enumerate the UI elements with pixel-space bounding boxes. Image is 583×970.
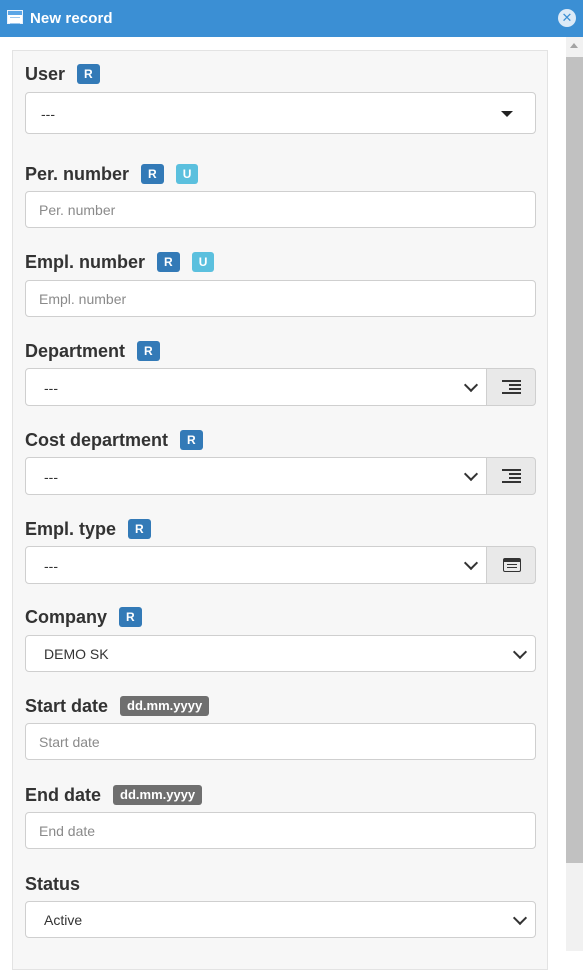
required-badge: R: [157, 252, 180, 272]
status-select[interactable]: Active: [25, 901, 536, 938]
input-placeholder: Empl. number: [39, 291, 127, 307]
chevron-down-icon: [512, 910, 528, 926]
company-select[interactable]: DEMO SK: [25, 635, 536, 672]
input-placeholder: Start date: [39, 734, 100, 750]
date-format-badge: dd.mm.yyyy: [113, 785, 203, 805]
input-placeholder: Per. number: [39, 202, 116, 218]
cost-department-tree-button[interactable]: [486, 457, 536, 495]
field-label: Cost department: [25, 429, 169, 450]
required-badge: R: [119, 607, 142, 627]
indent-list-icon: [502, 469, 521, 484]
required-badge: R: [77, 64, 100, 84]
cost-department-combo: ---: [25, 457, 536, 495]
user-select[interactable]: ---: [25, 92, 536, 134]
required-badge: R: [180, 430, 203, 450]
field-label: User: [25, 63, 66, 84]
scroll-up-arrow-icon[interactable]: [570, 43, 578, 48]
empl-type-list-button[interactable]: [486, 546, 536, 584]
caret-down-icon: [501, 111, 513, 117]
chevron-down-icon: [463, 377, 479, 393]
empl-type-select[interactable]: ---: [25, 546, 487, 584]
date-format-badge: dd.mm.yyyy: [120, 696, 210, 716]
end-date-input[interactable]: End date: [25, 812, 536, 849]
cost-department-select[interactable]: ---: [25, 457, 487, 495]
field-label: Per. number: [25, 163, 130, 184]
field-label: Company: [25, 606, 108, 627]
scrollbar[interactable]: [566, 37, 583, 951]
start-date-input[interactable]: Start date: [25, 723, 536, 760]
field-label: Empl. type: [25, 518, 117, 539]
field-label: Department: [25, 340, 126, 361]
window-icon: [7, 10, 23, 24]
field-label: Empl. number: [25, 251, 146, 272]
scrollbar-thumb[interactable]: [566, 57, 583, 863]
field-label: Status: [25, 873, 81, 894]
chevron-down-icon: [463, 466, 479, 482]
input-placeholder: End date: [39, 823, 96, 839]
empl-type-combo: ---: [25, 546, 536, 584]
chevron-down-icon: [463, 555, 479, 571]
required-badge: R: [137, 341, 160, 361]
department-combo: ---: [25, 368, 536, 406]
unique-badge: U: [175, 164, 199, 184]
chevron-down-icon: [512, 644, 528, 660]
per-number-input[interactable]: Per. number: [25, 191, 536, 228]
required-badge: R: [141, 164, 164, 184]
required-badge: R: [128, 519, 151, 539]
department-select[interactable]: ---: [25, 368, 487, 406]
field-label: Start date: [25, 695, 109, 716]
close-icon[interactable]: ✕: [558, 9, 576, 27]
unique-badge: U: [191, 252, 215, 272]
window-titlebar: New record ✕: [0, 0, 583, 37]
indent-list-icon: [502, 380, 521, 395]
field-label: End date: [25, 784, 102, 805]
empl-number-input[interactable]: Empl. number: [25, 280, 536, 317]
window-title: New record: [30, 10, 113, 27]
department-tree-button[interactable]: [486, 368, 536, 406]
list-icon: [503, 558, 521, 572]
